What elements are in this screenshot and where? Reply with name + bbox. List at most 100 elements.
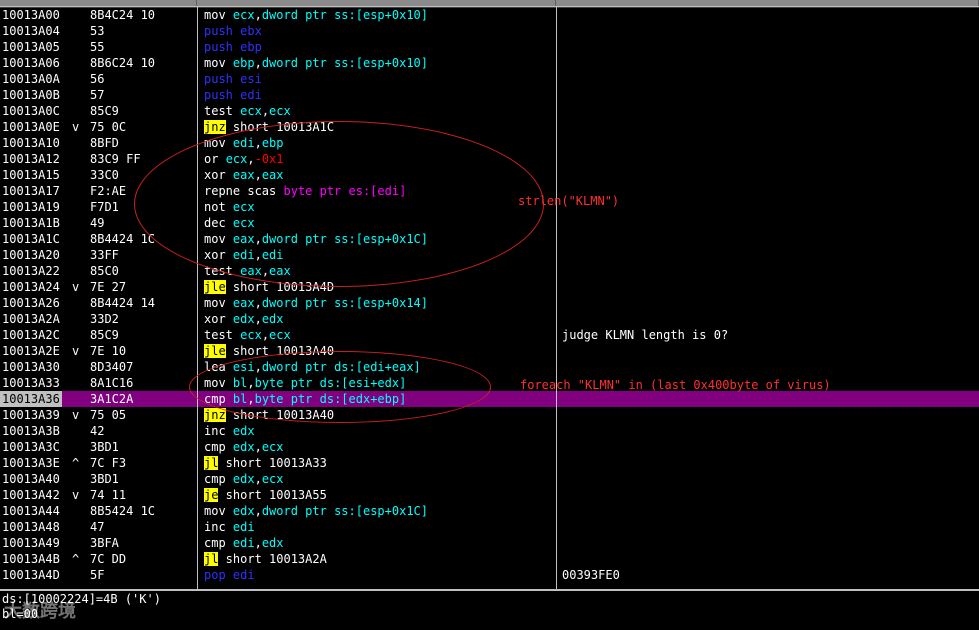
row-hex-bytes: 49 bbox=[90, 216, 105, 230]
disasm-row[interactable]: 10013A04 53 push ebx bbox=[0, 23, 979, 39]
instruction-token: dword ptr ss:[esp+0x1C] bbox=[261, 504, 428, 518]
instruction-token: , bbox=[254, 56, 262, 70]
disasm-row[interactable]: 10013A4D 5F pop edi 00393FE0 bbox=[0, 567, 979, 583]
row-instruction: inc edx bbox=[204, 423, 255, 439]
row-instruction: test ecx,ecx bbox=[204, 103, 291, 119]
row-hex-bytes: 33D2 bbox=[90, 312, 119, 326]
row-instruction: push ebp bbox=[204, 39, 262, 55]
row-instruction: xor edx,edx bbox=[204, 311, 284, 327]
row-hex-bytes: 53 bbox=[90, 24, 105, 38]
header-segment-disassembly[interactable] bbox=[197, 0, 556, 6]
row-hex-bytes: 8BFD bbox=[90, 136, 119, 150]
instruction-token: edx bbox=[232, 504, 255, 518]
row-instruction: jl short 10013A33 bbox=[204, 455, 327, 471]
row-instruction: mov ebp,dword ptr ss:[esp+0x10] bbox=[204, 55, 428, 71]
instruction-token: inc bbox=[204, 520, 233, 534]
disasm-row[interactable]: 10013A22 85C0 test eax,eax bbox=[0, 263, 979, 279]
row-hex-bytes: 8B4C24 10 bbox=[90, 8, 156, 22]
disasm-row[interactable]: 10013A24 v 7E 27 jle short 10013A4D bbox=[0, 279, 979, 295]
disasm-row[interactable]: 10013A4B ^ 7C DD jl short 10013A2A bbox=[0, 551, 979, 567]
disasm-row[interactable]: 10013A3B 42 inc edx bbox=[0, 423, 979, 439]
disasm-row[interactable]: 10013A3E ^ 7C F3 jl short 10013A33 bbox=[0, 455, 979, 471]
disasm-row[interactable]: 10013A00 8B4C24 10 mov ecx,dword ptr ss:[e… bbox=[0, 7, 979, 23]
jump-direction-marker: ^ bbox=[72, 552, 80, 566]
disasm-row[interactable]: 10013A42 v 74 11 je short 10013A55 bbox=[0, 487, 979, 503]
disassembly-pane[interactable]: 10013A00 8B4C24 10 mov ecx,dword ptr ss:[e… bbox=[0, 7, 979, 589]
row-hex-bytes: 85C9 bbox=[90, 328, 119, 342]
disasm-row[interactable]: 10013A2C 85C9 test ecx,ecx judge KLMN lengt… bbox=[0, 327, 979, 343]
disasm-row[interactable]: 10013A0C 85C9 test ecx,ecx bbox=[0, 103, 979, 119]
row-hex-bytes: 83C9 FF bbox=[90, 152, 141, 166]
instruction-token: edi bbox=[232, 568, 255, 582]
row-address: 10013A33 bbox=[2, 376, 60, 390]
instruction-token: push bbox=[204, 72, 241, 86]
instruction-token: , bbox=[261, 104, 270, 118]
row-address: 10013A12 bbox=[2, 152, 60, 166]
disasm-row[interactable]: 10013A0E v 75 0C jnz short 10013A1C bbox=[0, 119, 979, 135]
row-address: 10013A1B bbox=[2, 216, 60, 230]
row-hex-bytes: 8B6C24 10 bbox=[90, 56, 156, 70]
selected-row[interactable]: 10013A36 3A1C2A cmp bl,byte ptr ds:[edx+eb… bbox=[0, 391, 979, 407]
jump-direction-marker: v bbox=[72, 344, 80, 358]
row-address: 10013A48 bbox=[2, 520, 60, 534]
row-address: 10013A2C bbox=[2, 328, 60, 342]
disasm-row[interactable]: 10013A0A 56 push esi bbox=[0, 71, 979, 87]
row-comment: 00393FE0 bbox=[562, 568, 620, 582]
instruction-token: edx bbox=[261, 536, 284, 550]
row-hex-bytes: 3BD1 bbox=[90, 440, 119, 454]
row-instruction: push edi bbox=[204, 87, 262, 103]
disasm-row[interactable]: 10013A06 8B6C24 10 mov ebp,dword ptr ss:[e… bbox=[0, 55, 979, 71]
header-segment-address[interactable] bbox=[0, 0, 197, 6]
disasm-row[interactable]: 10013A49 3BFA cmp edi,edx bbox=[0, 535, 979, 551]
disasm-row[interactable]: 10013A30 8D3407 lea esi,dword ptr ds:[edi+… bbox=[0, 359, 979, 375]
instruction-token: edi bbox=[240, 88, 262, 102]
disasm-row[interactable]: 10013A2A 33D2 xor edx,edx bbox=[0, 311, 979, 327]
row-instruction: cmp edx,ecx bbox=[204, 439, 284, 455]
row-instruction: inc edi bbox=[204, 519, 255, 535]
info-pane[interactable]: ds:[10002224]=4B ('K') bl=00 bbox=[0, 589, 979, 630]
jump-direction-marker: ^ bbox=[72, 456, 80, 470]
disasm-row[interactable]: 10013A05 55 push ebp bbox=[0, 39, 979, 55]
row-hex-bytes: 75 0C bbox=[90, 120, 127, 134]
row-instruction: mov edx,dword ptr ss:[esp+0x1C] bbox=[204, 503, 428, 519]
jump-mnemonic: jl bbox=[204, 456, 219, 470]
instruction-token: test bbox=[204, 328, 241, 342]
instruction-token: mov bbox=[204, 8, 233, 22]
row-instruction: mov ecx,dword ptr ss:[esp+0x10] bbox=[204, 7, 428, 23]
disasm-row[interactable]: 10013A26 8B4424 14 mov eax,dword ptr ss:[e… bbox=[0, 295, 979, 311]
row-instruction: je short 10013A55 bbox=[204, 487, 327, 503]
instruction-token: , bbox=[254, 472, 262, 486]
disasm-row[interactable]: 10013A40 3BD1 cmp edx,ecx bbox=[0, 471, 979, 487]
disasm-row[interactable]: 10013A39 v 75 05 jnz short 10013A40 bbox=[0, 407, 979, 423]
header-segment-comment[interactable] bbox=[556, 0, 979, 6]
jump-mnemonic: jl bbox=[204, 552, 219, 566]
row-instruction: mov eax,dword ptr ss:[esp+0x14] bbox=[204, 295, 428, 311]
row-instruction: cmp edx,ecx bbox=[204, 471, 284, 487]
row-hex-bytes: 33C0 bbox=[90, 168, 119, 182]
column-divider-hex bbox=[197, 7, 198, 589]
disasm-row[interactable]: 10013A44 8B5424 1C mov edx,dword ptr ss:[e… bbox=[0, 503, 979, 519]
row-address: 10013A36 bbox=[0, 391, 62, 407]
instruction-token: dword ptr ss:[esp+0x10] bbox=[261, 8, 428, 22]
disasm-row[interactable]: 10013A3C 3BD1 cmp edx,ecx bbox=[0, 439, 979, 455]
jump-mnemonic: jle bbox=[204, 344, 226, 358]
disasm-row[interactable]: 10013A0B 57 push edi bbox=[0, 87, 979, 103]
instruction-token: ecx bbox=[261, 440, 284, 454]
instruction-token: cmp bbox=[204, 536, 233, 550]
row-hex-bytes: 55 bbox=[90, 40, 105, 54]
disasm-row[interactable]: 10013A48 47 inc edi bbox=[0, 519, 979, 535]
instruction-token: ecx bbox=[269, 328, 291, 342]
disasm-row[interactable]: 10013A2E v 7E 10 jle short 10013A40 bbox=[0, 343, 979, 359]
jump-direction-marker: v bbox=[72, 488, 80, 502]
instruction-token: , bbox=[254, 312, 262, 326]
row-address: 10013A2E bbox=[2, 344, 60, 358]
row-hex-bytes: 42 bbox=[90, 424, 105, 438]
instruction-token: ebx bbox=[240, 24, 262, 38]
row-address: 10013A1C bbox=[2, 232, 60, 246]
row-address: 10013A49 bbox=[2, 536, 60, 550]
instruction-token: cmp bbox=[204, 472, 233, 486]
instruction-token: esi bbox=[240, 72, 262, 86]
row-address: 10013A0B bbox=[2, 88, 60, 102]
row-address: 10013A4D bbox=[2, 568, 60, 582]
row-address: 10013A3B bbox=[2, 424, 60, 438]
